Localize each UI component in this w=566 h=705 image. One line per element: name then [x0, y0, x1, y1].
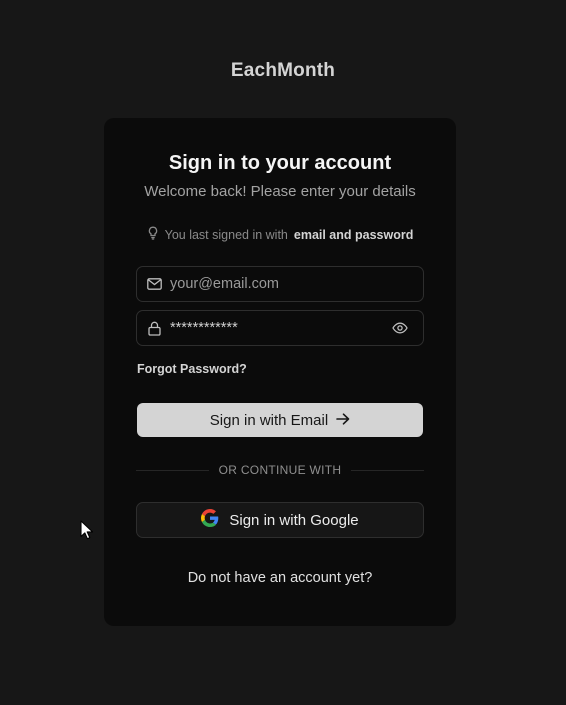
password-input[interactable] [168, 319, 391, 337]
signup-link[interactable]: Do not have an account yet? [104, 570, 456, 586]
sign-in-google-label: Sign in with Google [229, 511, 359, 529]
page-title: Sign in to your account [168, 152, 392, 174]
last-signed-prefix: You last signed in with [164, 227, 288, 242]
page-subtitle: Welcome back! Please enter your details [144, 183, 416, 200]
google-icon [201, 509, 219, 531]
sign-in-google-button[interactable]: Sign in with Google [136, 502, 424, 538]
eye-icon[interactable] [391, 319, 409, 337]
divider-line-left [136, 469, 209, 471]
arrow-right-icon [336, 412, 350, 429]
mouse-cursor-icon [80, 520, 94, 545]
last-signed-method: email and password [293, 227, 414, 242]
brand-logo-text: EachMonth [230, 60, 336, 81]
mail-icon [146, 276, 162, 292]
lock-icon [146, 320, 162, 336]
email-field[interactable] [136, 266, 424, 302]
password-field[interactable] [136, 310, 424, 346]
lightbulb-icon [147, 226, 159, 243]
divider-line-right [351, 469, 425, 471]
sign-in-email-label: Sign in with Email [209, 411, 329, 429]
forgot-password-link[interactable]: Forgot Password? [137, 362, 247, 376]
divider-text: OR CONTINUE WITH [218, 463, 342, 477]
last-signed-hint: You last signed in with email and passwo… [104, 226, 456, 243]
sign-in-email-button[interactable]: Sign in with Email [137, 403, 423, 437]
or-divider: OR CONTINUE WITH [136, 462, 425, 478]
email-input[interactable] [168, 275, 423, 293]
signin-card: Sign in to your account Welcome back! Pl… [104, 118, 456, 626]
